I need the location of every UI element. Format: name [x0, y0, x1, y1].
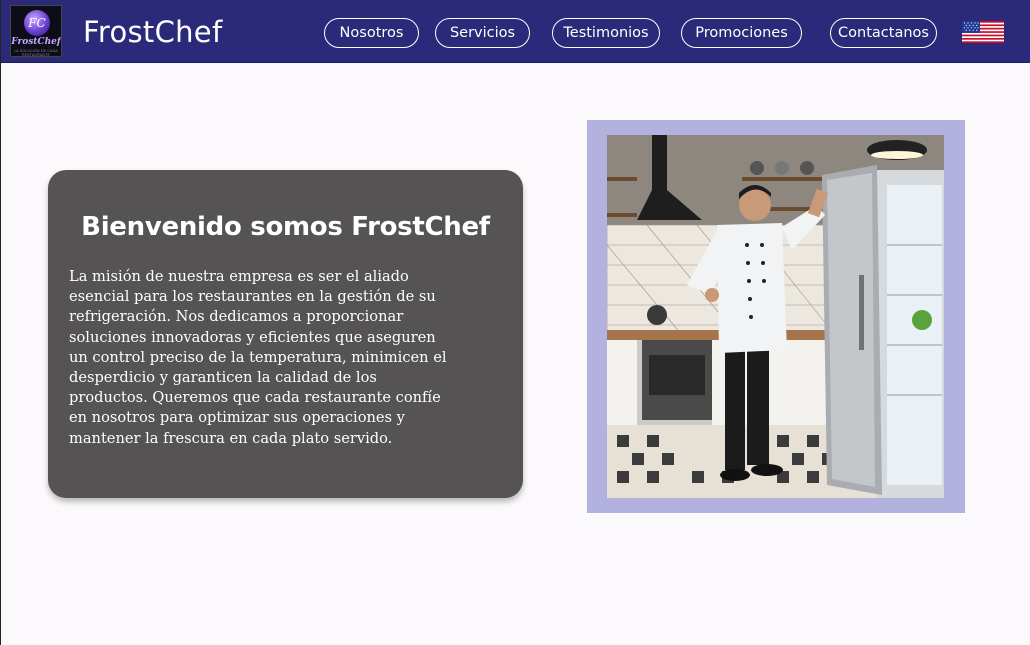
- mission-line: desperdicio y garanticen la calidad de l…: [69, 369, 377, 387]
- us-flag-icon[interactable]: [962, 21, 1004, 43]
- nav-servicios-button[interactable]: Servicios: [435, 18, 530, 48]
- nav-promociones-button[interactable]: Promociones: [681, 18, 802, 48]
- mission-line: refrigeración. Nos dedicamos a proporcio…: [69, 308, 404, 326]
- mission-line: un control preciso de la temperatura, mi…: [69, 348, 447, 366]
- chef-fridge-image: [607, 135, 944, 498]
- brand-logo[interactable]: FC FrostChef LA SOLUCIÓN DE CADA RESTAUR…: [10, 5, 62, 57]
- mission-line: productos. Queremos que cada restaurante…: [69, 389, 441, 407]
- top-navbar: FC FrostChef LA SOLUCIÓN DE CADA RESTAUR…: [1, 0, 1030, 63]
- welcome-card: Bienvenido somos FrostChef La misión de …: [48, 170, 523, 498]
- nav-nosotros-button[interactable]: Nosotros: [324, 18, 419, 48]
- mission-line: La misión de nuestra empresa es ser el a…: [69, 268, 409, 285]
- nav-contactanos-button[interactable]: Contactanos: [830, 18, 937, 48]
- logo-tagline: LA SOLUCIÓN DE CADA RESTAURANTE: [14, 49, 58, 57]
- welcome-title: Bienvenido somos FrostChef: [81, 212, 490, 242]
- nav-testimonios-button[interactable]: Testimonios: [552, 18, 660, 48]
- logo-wordmark: FrostChef: [11, 37, 61, 47]
- mission-line: soluciones innovadoras y eficientes que …: [69, 328, 436, 346]
- photo-frame: [587, 120, 965, 513]
- brand-name[interactable]: FrostChef: [83, 15, 222, 49]
- mission-line: en nosotros para optimizar sus operacion…: [69, 409, 405, 427]
- mission-text: La misión de nuestra empresa es ser el a…: [69, 267, 489, 449]
- mission-line: mantener la frescura en cada plato servi…: [69, 429, 393, 447]
- logo-monogram: FC: [24, 10, 50, 36]
- mission-line: esencial para los restaurantes en la ges…: [69, 288, 436, 306]
